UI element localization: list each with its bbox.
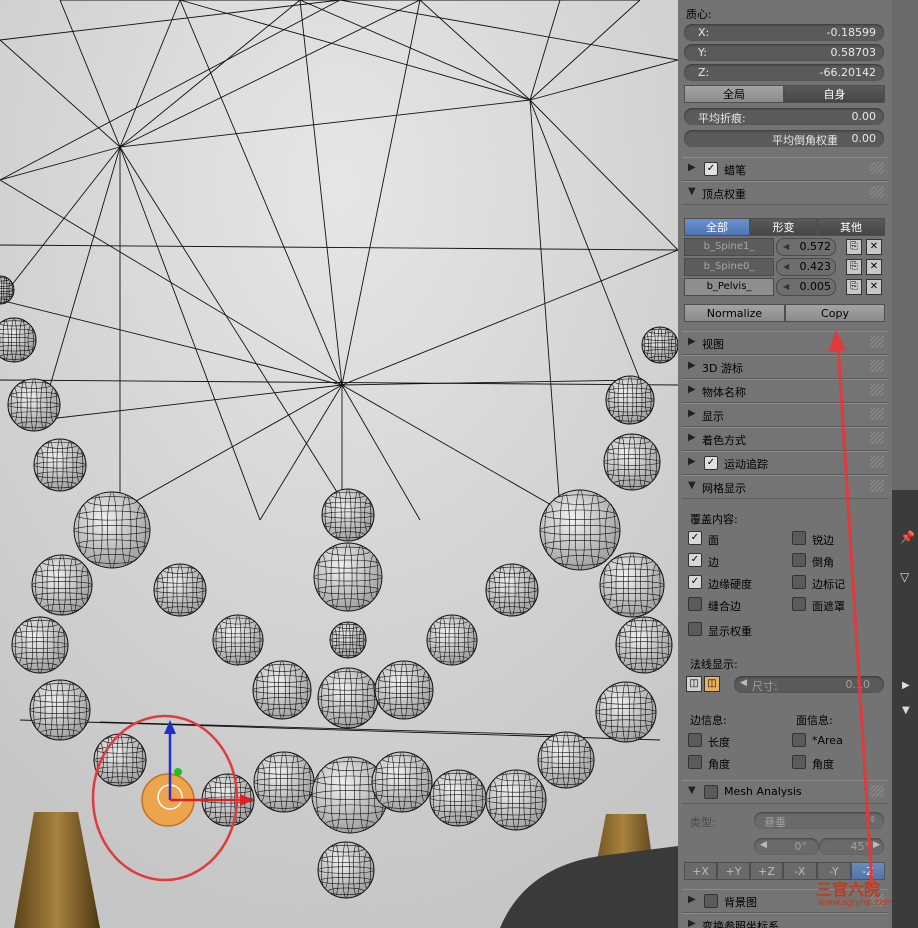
annotation-arrow [828,330,874,885]
